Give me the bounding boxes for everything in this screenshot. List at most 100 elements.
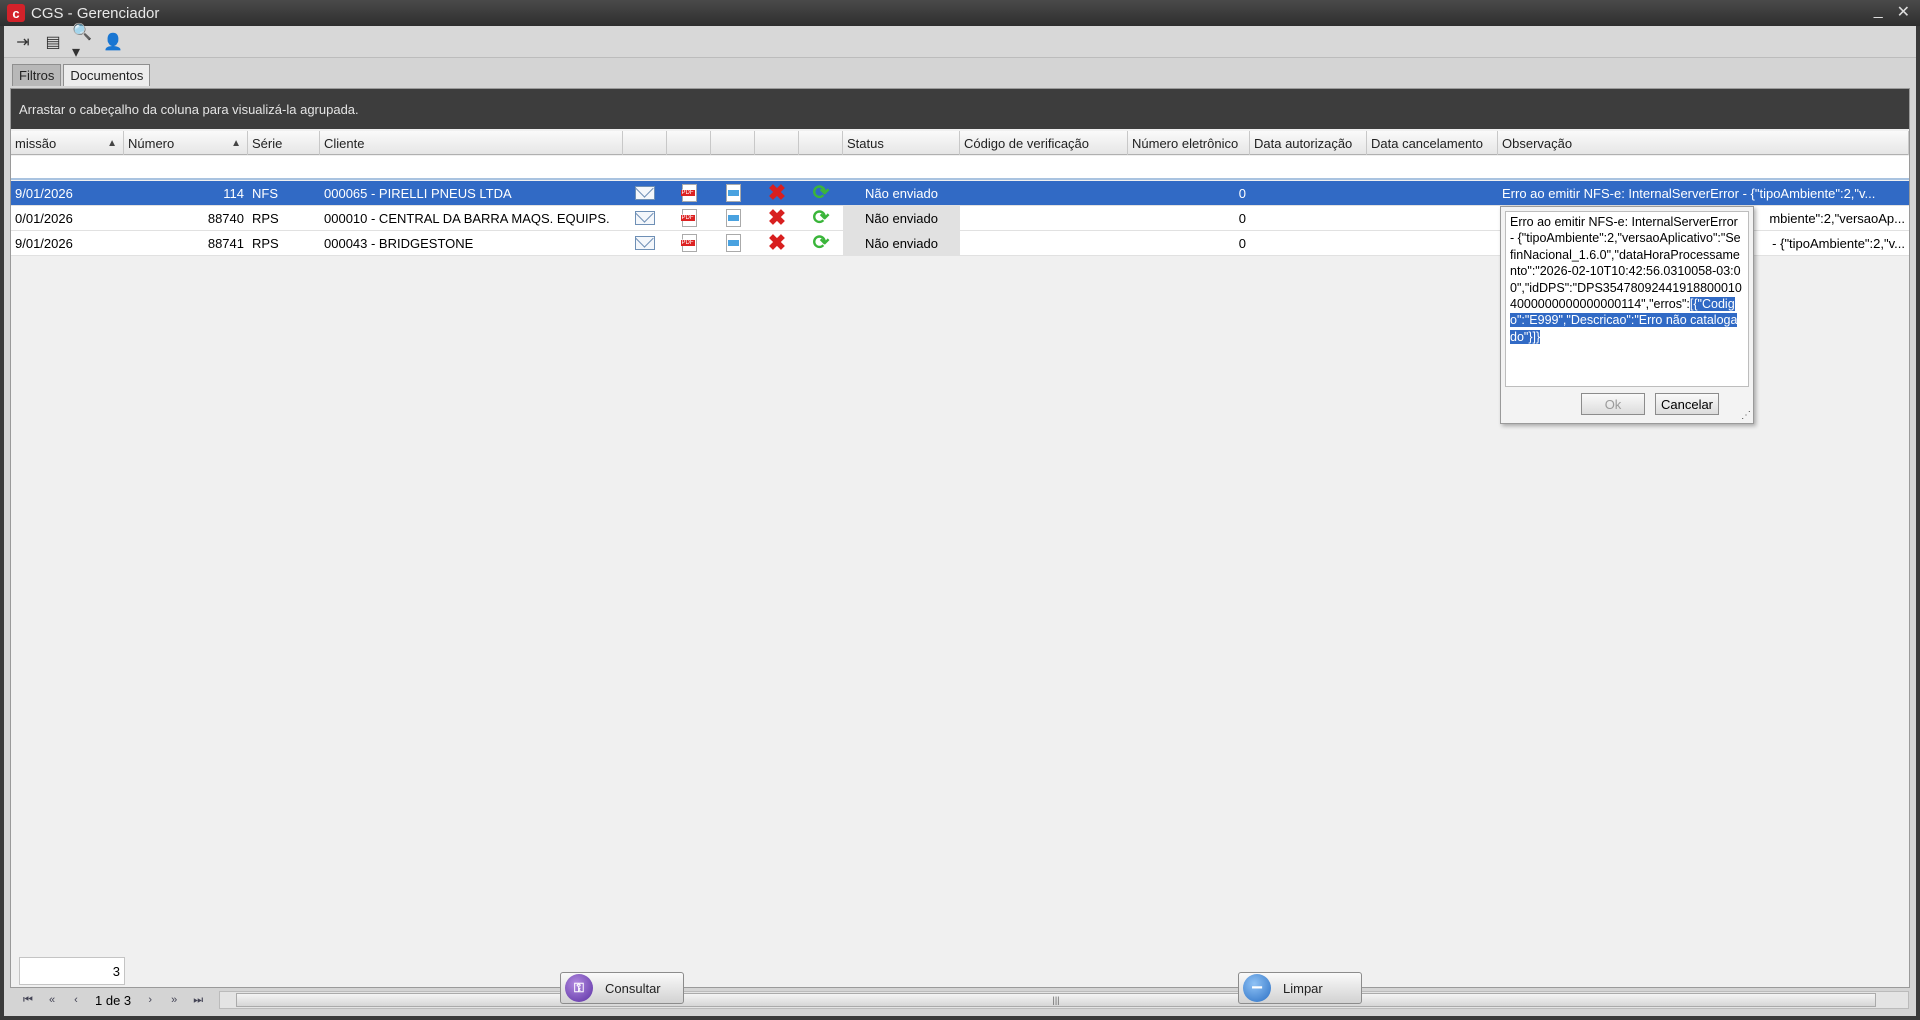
column-header-data-cancelamento[interactable]: Data cancelamento [1367,131,1498,155]
card-search-icon[interactable]: ▤ [42,31,64,53]
cell-emissao: 0/01/2026 [15,210,73,226]
resend-action[interactable]: ⟳ [799,206,843,230]
email-action[interactable] [623,206,667,230]
column-header-serie[interactable]: Série [248,131,320,155]
user-icon[interactable]: 👤 [102,31,124,53]
pager: ⏮ « ‹ 1 de 3 › » ⏭ ||| [19,989,1909,1011]
first-page-icon[interactable]: ⏮ [19,991,37,1009]
column-header-emissao[interactable]: missão ▲ [11,131,124,155]
email-icon [635,236,655,250]
cancel-button[interactable]: Cancelar [1655,393,1719,415]
email-icon [635,211,655,225]
cell-cliente: 000010 - CENTRAL DA BARRA MAQS. EQUIPS. [324,210,610,226]
record-count: 3 [19,957,125,985]
pdf-icon [680,184,697,202]
xml-action[interactable] [711,231,755,255]
title-bar: c CGS - Gerenciador _ ✕ [0,0,1920,26]
pdf-action[interactable] [667,206,711,230]
limpar-button[interactable]: − Limpar [1238,972,1362,1004]
tab-documentos[interactable]: Documentos [63,64,151,86]
consultar-button[interactable]: ⚿ Consultar [560,972,684,1004]
next-page-icon[interactable]: › [141,991,159,1009]
cell-numero-eletronico: 0 [1238,210,1246,226]
toolbar: ⇥ ▤ 🔍▾ 👤 [4,24,1916,61]
cancel-action[interactable]: ✖ [755,206,799,230]
sort-asc-icon: ▲ [231,137,241,149]
search-dropdown-icon[interactable]: 🔍▾ [72,24,94,61]
cancel-x-icon: ✖ [767,181,787,205]
group-by-bar[interactable]: Arrastar o cabeçalho da coluna para visu… [11,89,1909,129]
next-block-icon[interactable]: » [165,991,183,1009]
cell-data-autorizacao [1250,231,1367,255]
column-header-cliente[interactable]: Cliente [320,131,623,155]
column-header-numero-eletronico[interactable]: Número eletrônico [1128,131,1250,155]
cell-data-autorizacao [1250,206,1367,230]
xml-file-icon [725,184,741,202]
email-action[interactable] [623,231,667,255]
column-header-xml[interactable] [711,131,755,155]
prev-page-icon[interactable]: ‹ [67,991,85,1009]
cell-data-autorizacao [1250,181,1367,205]
email-icon [635,186,655,200]
cell-numero: 88740 [207,210,244,226]
close-button[interactable]: ✕ [1897,2,1910,22]
cell-codigo [960,231,1128,255]
pdf-action[interactable] [667,181,711,205]
cell-data-cancelamento [1367,181,1498,205]
column-header-numero[interactable]: Número ▲ [124,131,248,155]
cell-data-cancelamento [1367,231,1498,255]
cell-numero-eletronico: 0 [1238,235,1246,251]
prev-block-icon[interactable]: « [43,991,61,1009]
minimize-button[interactable]: _ [1874,2,1883,22]
pdf-action[interactable] [667,231,711,255]
cell-codigo [960,206,1128,230]
tab-filtros[interactable]: Filtros [12,64,62,86]
column-header-cancel[interactable] [755,131,799,155]
resize-grip-icon[interactable]: ⋰ [1741,410,1751,421]
xml-file-icon [725,234,741,252]
email-action[interactable] [623,181,667,205]
refresh-icon: ⟳ [812,207,830,229]
cell-observacao[interactable]: Erro ao emitir NFS-e: InternalServerErro… [1498,181,1909,205]
window-title: CGS - Gerenciador [31,4,160,22]
column-header-pdf[interactable] [667,131,711,155]
cell-codigo [960,181,1128,205]
main-window: ⇥ ▤ 🔍▾ 👤 Filtros Documentos Arrastar o c… [4,24,1916,1016]
exit-icon[interactable]: ⇥ [12,31,34,53]
cancel-x-icon: ✖ [767,206,787,230]
column-header-status[interactable]: Status [843,131,960,155]
cell-status: Não enviado [843,206,960,230]
cell-numero: 88741 [207,235,244,251]
resend-action[interactable]: ⟳ [799,181,843,205]
observation-textarea[interactable]: Erro ao emitir NFS-e: InternalServerErro… [1505,211,1749,387]
resend-action[interactable]: ⟳ [799,231,843,255]
refresh-icon: ⟳ [812,182,830,204]
column-header-observacao[interactable]: Observação [1498,131,1909,155]
refresh-icon: ⟳ [812,232,830,254]
cancel-action[interactable]: ✖ [755,231,799,255]
cell-serie: RPS [252,210,279,226]
tab-strip: Filtros Documentos [12,64,151,86]
xml-action[interactable] [711,206,755,230]
cell-emissao: 9/01/2026 [15,235,73,251]
column-header-data-autorizacao[interactable]: Data autorização [1250,131,1367,155]
filter-row[interactable] [11,156,1909,180]
pdf-icon [680,234,697,252]
column-header-email[interactable] [623,131,667,155]
cell-data-cancelamento [1367,206,1498,230]
cancel-action[interactable]: ✖ [755,181,799,205]
cell-status: Não enviado [843,231,960,255]
pdf-icon [680,209,697,227]
scrollbar-thumb[interactable]: ||| [236,993,1876,1007]
grid-header: missão ▲ Número ▲ Série Cliente Status Cód… [11,131,1909,155]
ok-button[interactable]: Ok [1581,393,1645,415]
minus-icon: − [1243,974,1271,1002]
table-row[interactable]: 9/01/2026 114 NFS 000065 - PIRELLI PNEUS… [11,181,1909,206]
cell-numero-eletronico: 0 [1238,185,1246,201]
sort-asc-icon: ▲ [107,137,117,149]
horizontal-scrollbar[interactable]: ||| [219,991,1909,1009]
column-header-codigo[interactable]: Código de verificação [960,131,1128,155]
last-page-icon[interactable]: ⏭ [189,991,207,1009]
column-header-resend[interactable] [799,131,843,155]
xml-action[interactable] [711,181,755,205]
